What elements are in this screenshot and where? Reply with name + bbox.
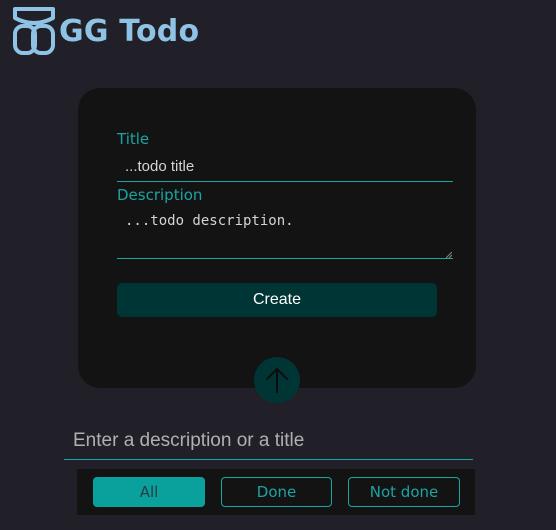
filter-bar: All Done Not done — [77, 469, 475, 515]
resize-handle-icon[interactable] — [446, 252, 452, 258]
scroll-up-button[interactable] — [254, 357, 300, 403]
title-label: Title — [117, 130, 150, 148]
app-header: GG Todo — [12, 6, 199, 56]
search-input[interactable] — [64, 422, 473, 460]
filter-not-done-button[interactable]: Not done — [348, 477, 460, 507]
filter-done-button[interactable]: Done — [221, 477, 332, 507]
description-label: Description — [117, 186, 203, 204]
logo-icon — [13, 7, 55, 55]
arrow-up-icon — [266, 368, 288, 393]
create-button[interactable]: Create — [117, 283, 437, 317]
todo-form-card: Title Description Create — [78, 88, 476, 388]
filter-all-button[interactable]: All — [93, 477, 205, 507]
app-title: GG Todo — [59, 13, 200, 49]
description-textarea[interactable] — [117, 209, 453, 259]
title-input[interactable] — [117, 152, 453, 182]
